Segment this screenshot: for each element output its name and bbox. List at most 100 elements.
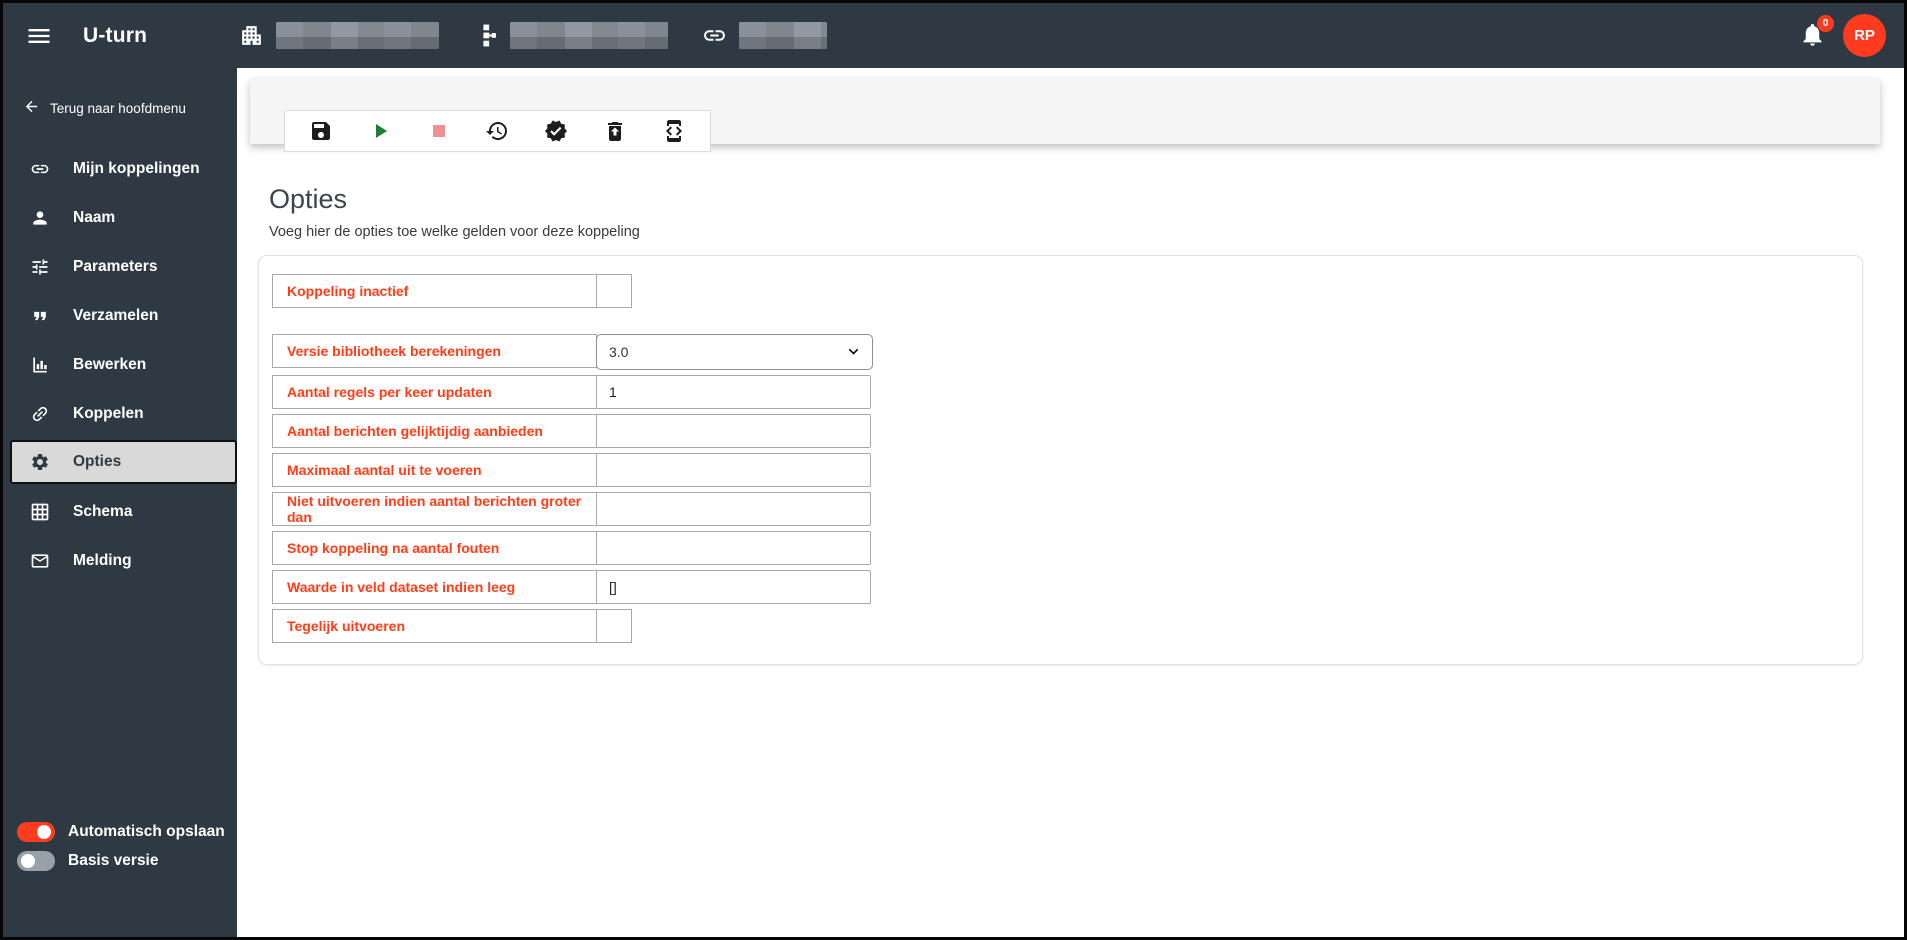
verified-icon: [545, 120, 568, 142]
toggle-switch[interactable]: [17, 851, 55, 871]
option-input[interactable]: [597, 414, 871, 448]
link-icon: [704, 30, 726, 41]
notifications-button[interactable]: 0: [1797, 14, 1834, 51]
option-checkbox[interactable]: [597, 274, 632, 308]
redacted-text: [276, 22, 440, 49]
navbar-segment-2[interactable]: [702, 22, 828, 49]
restore-trash-button[interactable]: [602, 118, 628, 144]
options-card: Koppeling inactief Versie bibliotheek ber…: [258, 255, 1863, 665]
sidebar-toggles: Automatisch opslaan Basis versie: [17, 822, 225, 871]
redacted-text: [510, 22, 669, 49]
menu-icon: [28, 28, 50, 43]
back-to-main-menu-link[interactable]: Terug naar hoofdmenu: [23, 98, 186, 118]
sidebar-item-label: Verzamelen: [73, 306, 159, 324]
notification-badge: 0: [1817, 14, 1834, 32]
sidebar-item-label: Mijn koppelingen: [73, 159, 200, 177]
toggle-row-basis-versie: Basis versie: [17, 851, 225, 871]
gear-icon: [32, 454, 48, 470]
stop-button[interactable]: [426, 118, 452, 144]
option-label: Aantal regels per keer updaten: [272, 375, 597, 409]
sidebar-item-mijn-koppelingen[interactable]: Mijn koppelingen: [3, 144, 237, 193]
option-label: Stop koppeling na aantal fouten: [272, 531, 597, 565]
sidebar-item-label: Parameters: [73, 257, 158, 275]
options-form: Koppeling inactief Versie bibliotheek ber…: [272, 274, 1862, 643]
option-input[interactable]: [597, 531, 871, 565]
sidebar-item-label: Naam: [73, 208, 116, 226]
sidebar-item-koppelen[interactable]: Koppelen: [3, 389, 237, 438]
sidebar-nav: Mijn koppelingen Naam Parameters Verzamelen…: [3, 144, 237, 585]
form-row: Stop koppeling na aantal fouten: [272, 531, 1862, 565]
sidebar-item-label: Koppelen: [73, 404, 144, 422]
arrow-left-icon: [25, 100, 38, 113]
option-input[interactable]: [597, 492, 871, 526]
quote-icon: [34, 311, 46, 320]
navbar-segment-0[interactable]: [239, 22, 440, 49]
option-label: Koppeling inactief: [272, 274, 597, 308]
form-row: Niet uitvoeren indien aantal berichten g…: [272, 492, 1862, 526]
app-window: U-turn 0 RP Terug naar hoofdmenu Mijn ko…: [0, 0, 1907, 940]
form-row: Aantal regels per keer updaten: [272, 375, 1862, 409]
grid-icon: [31, 503, 49, 520]
form-row: Maximaal aantal uit te voeren: [272, 453, 1862, 487]
chain-icon: [32, 406, 48, 421]
form-row: Koppeling inactief: [272, 274, 1862, 308]
form-row: Waarde in veld dataset indien leeg: [272, 570, 1862, 604]
developer-mode-button[interactable]: [661, 118, 687, 144]
page-subtitle: Voeg hier de opties toe welke gelden voo…: [269, 224, 640, 240]
navbar-right: 0 RP: [1797, 14, 1886, 57]
option-label: Aantal berichten gelijktijdig aanbieden: [272, 414, 597, 448]
validate-button[interactable]: [543, 118, 569, 144]
toggle-label: Basis versie: [68, 852, 159, 869]
sidebar-item-label: Opties: [73, 453, 122, 470]
option-label: Tegelijk uitvoeren: [272, 609, 597, 643]
toolbar: [284, 110, 711, 152]
sidebar-item-parameters[interactable]: Parameters: [3, 242, 237, 291]
hierarchy-icon: [483, 24, 497, 47]
developer-mode-icon: [665, 120, 682, 142]
toggle-row-automatisch-opslaan: Automatisch opslaan: [17, 822, 225, 842]
bell-icon: [1799, 23, 1826, 51]
arrow-left-icon: [23, 98, 40, 118]
redacted-text: [739, 22, 828, 49]
history-button[interactable]: [484, 118, 510, 144]
sidebar-item-verzamelen[interactable]: Verzamelen: [3, 291, 237, 340]
sidebar-item-label: Bewerken: [73, 355, 147, 373]
run-button[interactable]: [367, 118, 393, 144]
form-row: Aantal berichten gelijktijdig aanbieden: [272, 414, 1862, 448]
form-row: Tegelijk uitvoeren: [272, 609, 1862, 643]
sidebar-item-label: Melding: [73, 551, 132, 569]
navbar-context-segments: [239, 22, 828, 49]
sidebar-item-opties[interactable]: Opties: [10, 440, 237, 484]
person-icon: [33, 210, 47, 225]
toggle-label: Automatisch opslaan: [68, 823, 225, 840]
sidebar-item-naam[interactable]: Naam: [3, 193, 237, 242]
option-input[interactable]: [597, 453, 871, 487]
toolbar-band: [250, 78, 1880, 152]
option-label: Versie bibliotheek berekeningen: [272, 334, 597, 368]
option-label: Maximaal aantal uit te voeren: [272, 453, 597, 487]
navbar-segment-1[interactable]: [473, 22, 669, 49]
option-label: Niet uitvoeren indien aantal berichten g…: [272, 492, 597, 526]
link-icon: [31, 164, 49, 173]
main-content: Opties Voeg hier de opties toe welke gel…: [237, 68, 1904, 937]
toggle-switch[interactable]: [17, 822, 55, 842]
top-navbar: U-turn 0 RP: [3, 3, 1904, 68]
option-select[interactable]: 3.0: [596, 334, 873, 370]
option-label: Waarde in veld dataset indien leeg: [272, 570, 597, 604]
form-row: Versie bibliotheek berekeningen 3.0: [272, 334, 1862, 370]
avatar[interactable]: RP: [1843, 14, 1886, 57]
save-icon: [312, 122, 330, 140]
building-icon: [242, 26, 262, 45]
save-button[interactable]: [308, 118, 334, 144]
option-select-wrap: 3.0: [596, 334, 873, 370]
sidebar-item-bewerken[interactable]: Bewerken: [3, 340, 237, 389]
sidebar: Terug naar hoofdmenu Mijn koppelingen Naa…: [3, 68, 237, 937]
option-checkbox[interactable]: [597, 609, 632, 643]
option-input[interactable]: [597, 570, 871, 604]
hamburger-menu-icon[interactable]: [25, 22, 53, 50]
toggle-knob: [21, 854, 35, 868]
sidebar-item-label: Schema: [73, 502, 133, 520]
sidebar-item-schema[interactable]: Schema: [3, 487, 237, 536]
sidebar-item-melding[interactable]: Melding: [3, 536, 237, 585]
option-input[interactable]: [597, 375, 871, 409]
